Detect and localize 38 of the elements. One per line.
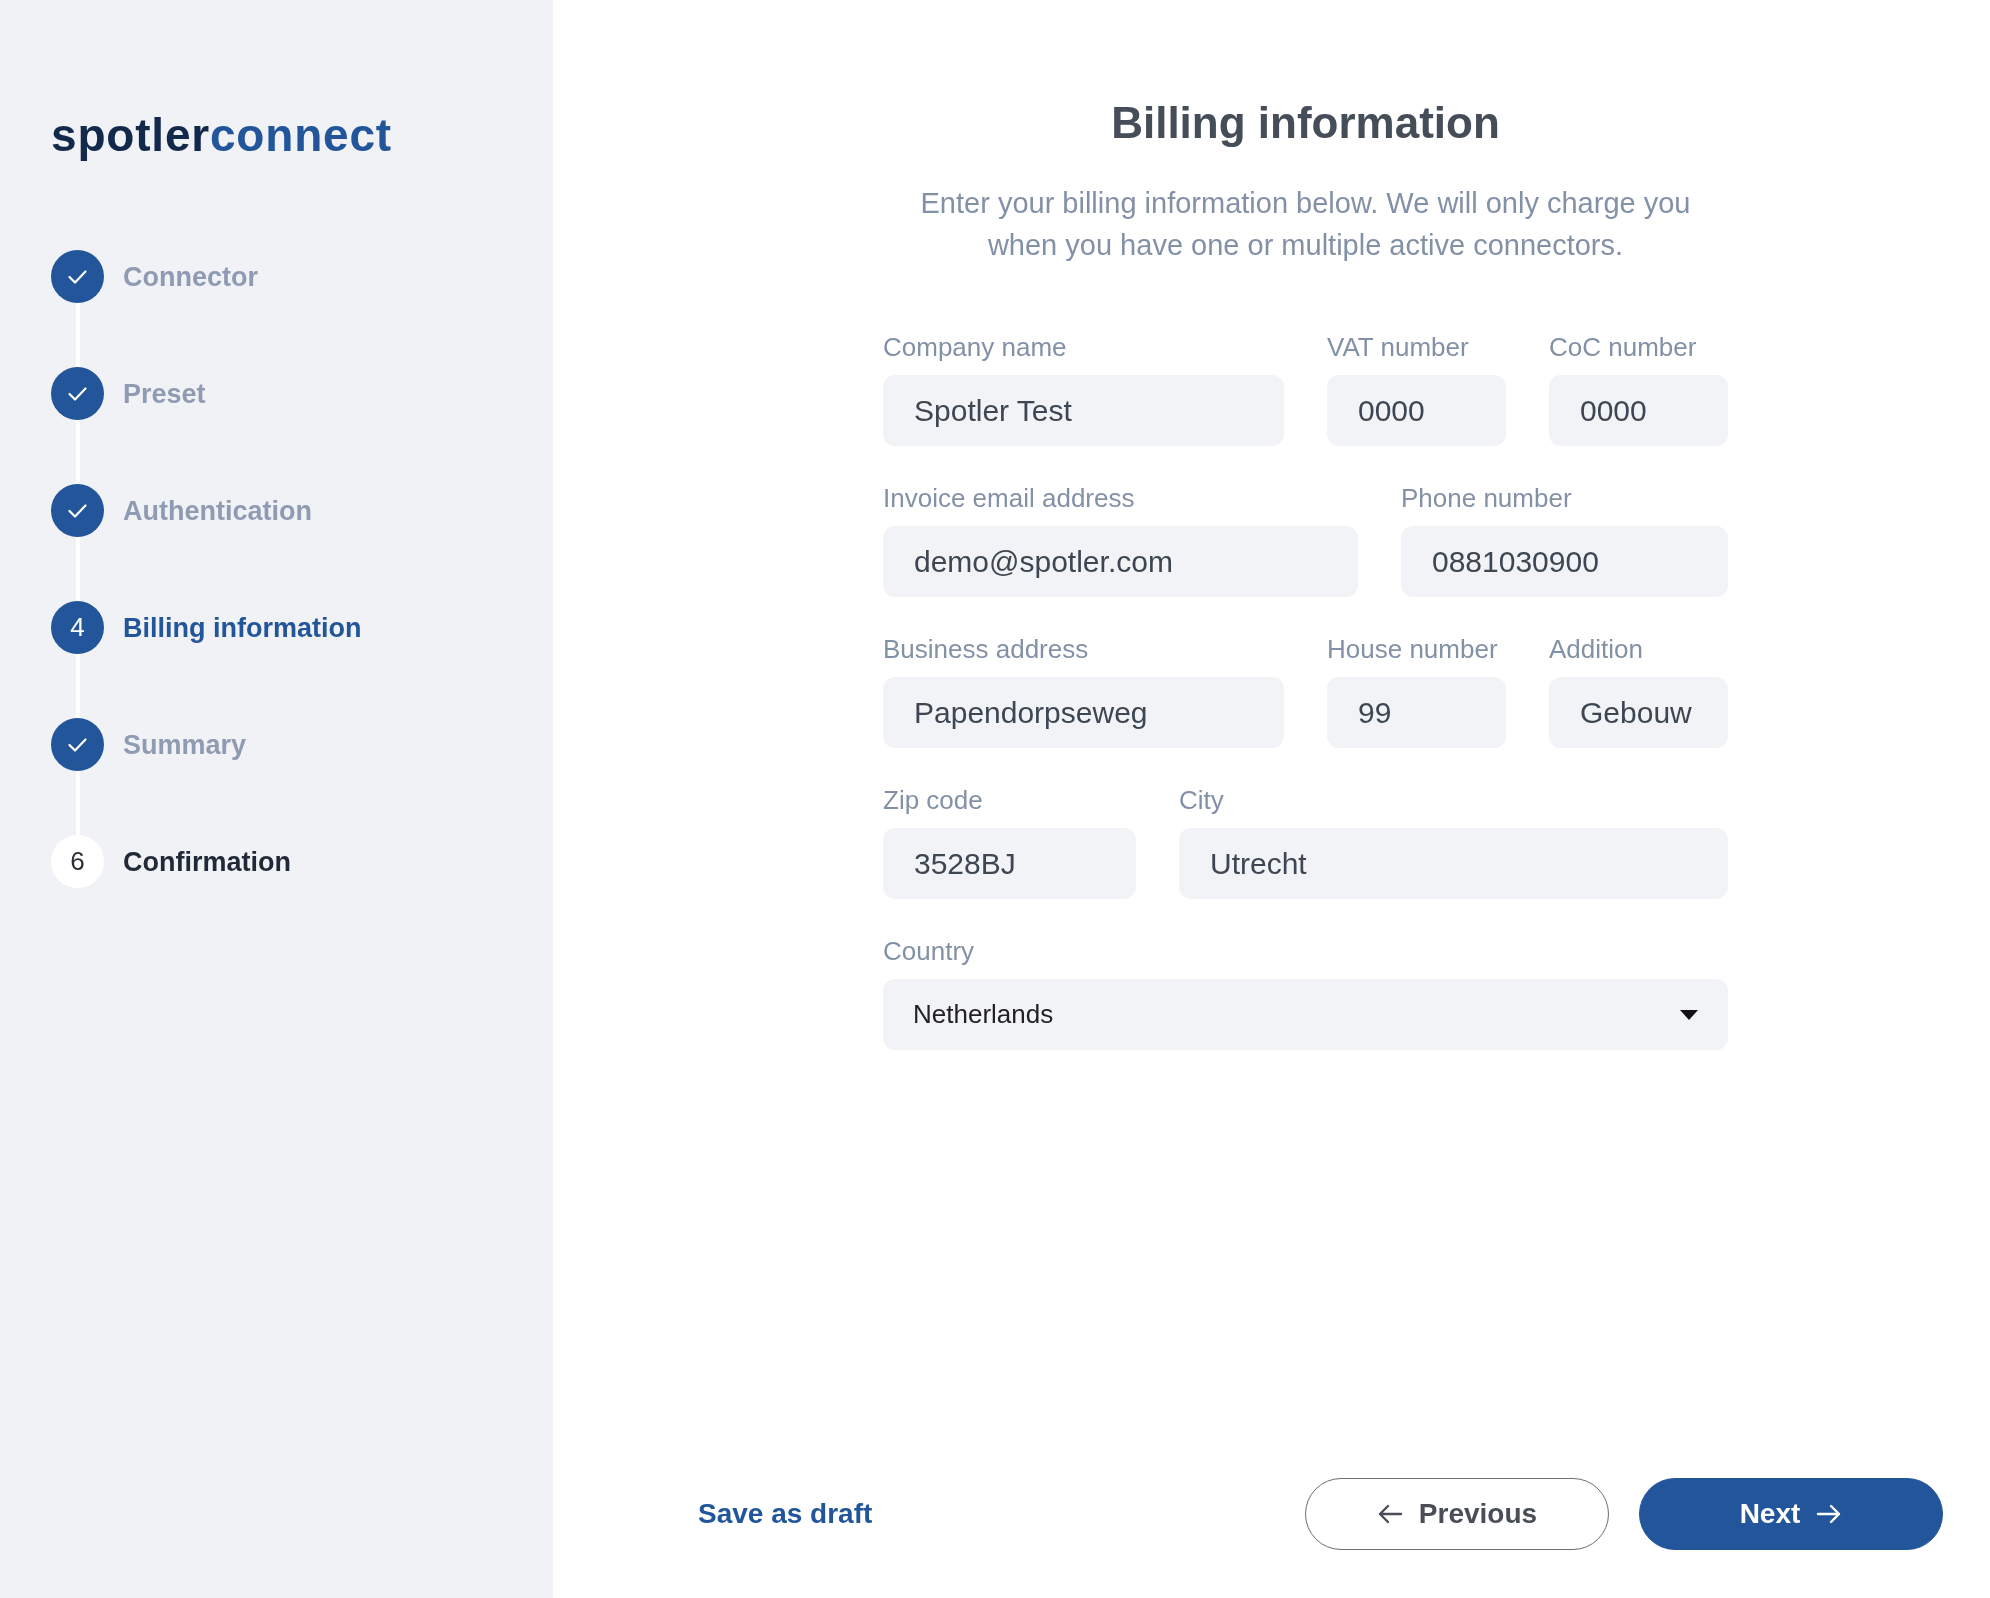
field-label: Business address [883, 633, 1089, 666]
input-field[interactable]: Spotler Test [883, 375, 1284, 446]
arrow-left-icon [1376, 1503, 1403, 1525]
next-button[interactable]: Next [1639, 1478, 1943, 1550]
field-label: Phone number [1401, 482, 1572, 515]
input-field[interactable]: 0000 [1549, 375, 1728, 446]
step-number: 4 [51, 601, 104, 654]
input-field[interactable]: demo@spotler.com [883, 526, 1358, 597]
caret-icon [1680, 1009, 1698, 1020]
field-label: VAT number [1327, 331, 1469, 364]
input-field[interactable]: 99 [1327, 677, 1506, 748]
field-label: House number [1327, 633, 1498, 666]
page-description: Enter your billing information below. We will only charge you when you have one or multiple active connectors. [919, 186, 1692, 263]
field-label: Zip code [883, 784, 983, 817]
input-field[interactable]: Papendorpseweg [883, 677, 1284, 748]
save-draft-link[interactable]: Save as draft [698, 1496, 873, 1532]
step-label: Billing information [123, 611, 362, 645]
previous-button[interactable]: Previous [1305, 1478, 1609, 1550]
field-label: CoC number [1549, 331, 1697, 364]
arrow-right-icon [1816, 1503, 1843, 1525]
step-label: Connector [123, 260, 258, 294]
step-label: Summary [123, 728, 247, 762]
field-label: Company name [883, 331, 1067, 364]
page-title: Billing information [1110, 97, 1501, 149]
field-label: Addition [1549, 633, 1643, 666]
field-label: Country [883, 935, 975, 968]
step-label: Preset [123, 377, 206, 411]
input-field[interactable]: 0000 [1327, 375, 1506, 446]
step-label: Authentication [123, 494, 312, 528]
input-field[interactable]: Utrecht [1179, 828, 1728, 899]
field-label: City [1179, 784, 1224, 817]
step-label: Confirmation [123, 845, 291, 879]
select-field[interactable]: Netherlands [883, 979, 1728, 1050]
input-field[interactable]: 0881030900 [1401, 526, 1728, 597]
input-field[interactable]: 3528BJ [883, 828, 1136, 899]
field-label: Invoice email address [883, 482, 1135, 515]
input-field[interactable]: Gebouw [1549, 677, 1728, 748]
step-number: 6 [51, 835, 104, 888]
